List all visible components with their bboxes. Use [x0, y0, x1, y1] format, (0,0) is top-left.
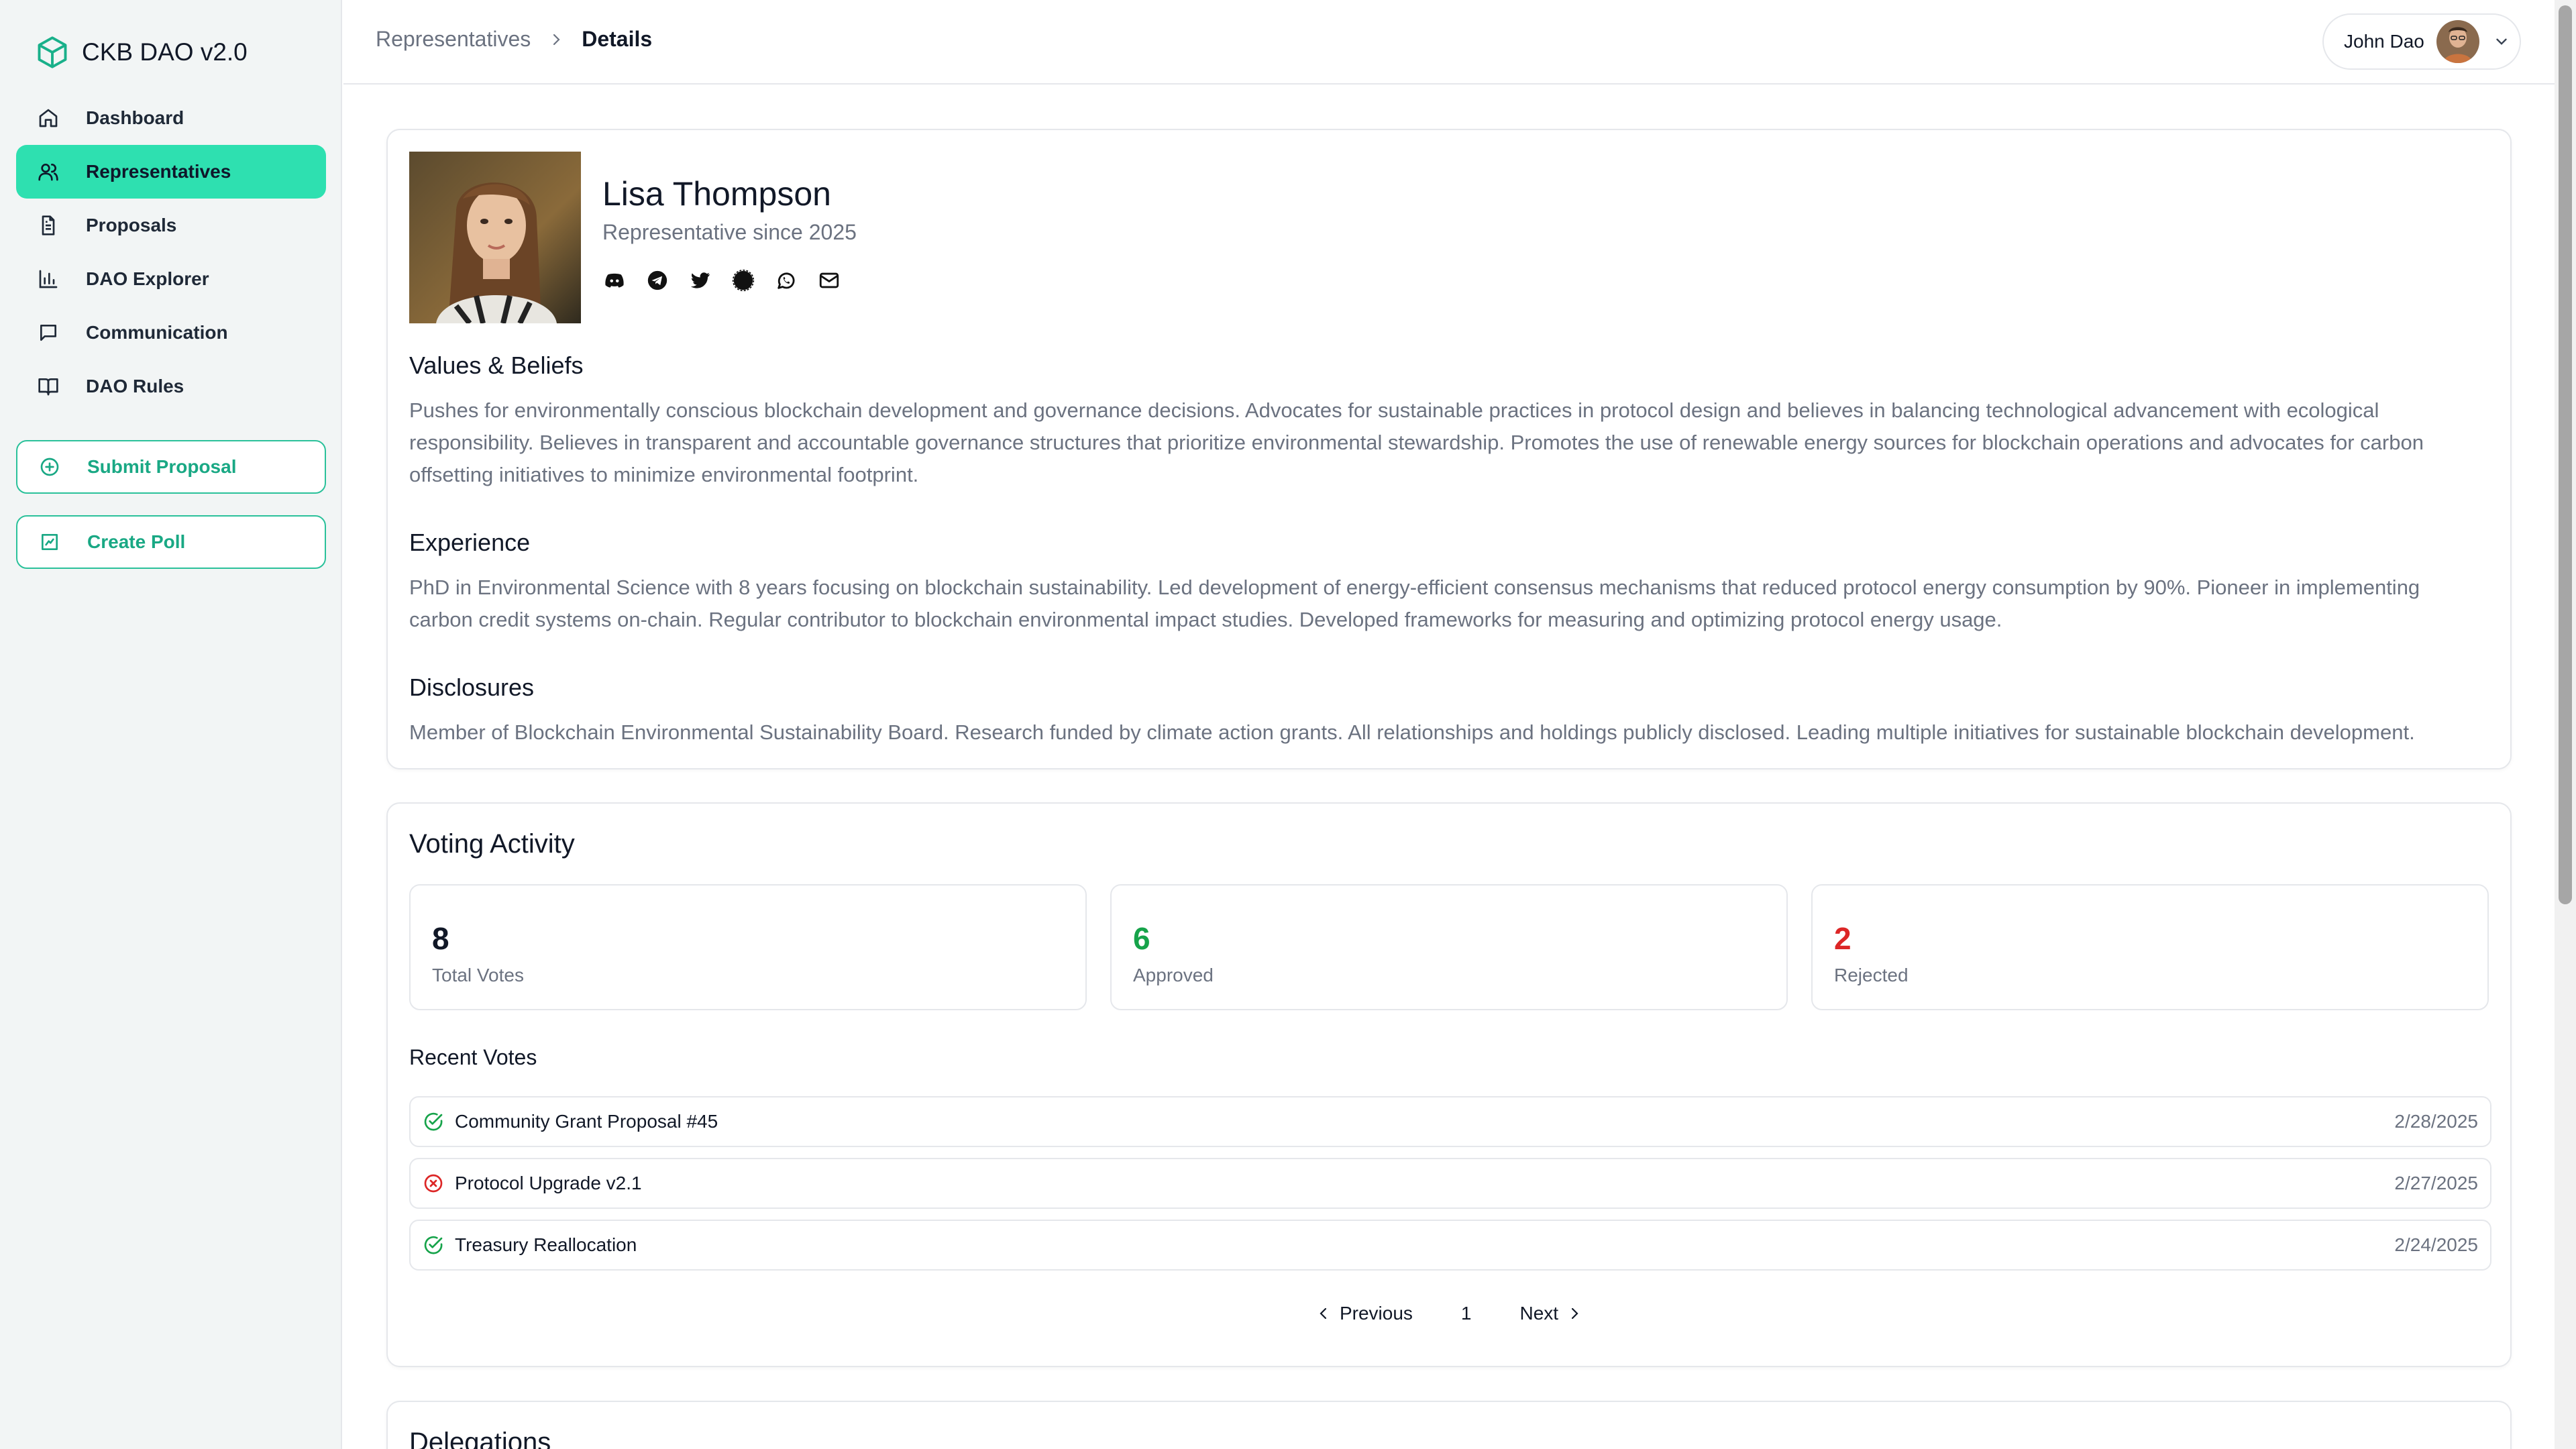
whatsapp-icon[interactable]	[774, 268, 798, 292]
user-menu[interactable]: John Dao	[2322, 13, 2521, 70]
bar-chart-icon	[39, 270, 58, 288]
poll-icon	[42, 534, 58, 550]
check-circle-icon	[424, 1112, 443, 1131]
sidebar-item-label: DAO Rules	[86, 376, 184, 396]
discord-icon[interactable]	[602, 268, 627, 292]
profile-card: Lisa Thompson Representative since 2025 …	[386, 129, 2512, 769]
stat-total-votes: 8 Total Votes	[409, 884, 1087, 1010]
page-number[interactable]: 1	[1461, 1303, 1472, 1324]
mail-icon[interactable]	[817, 268, 841, 292]
brand[interactable]: CKB DAO v2.0	[35, 32, 248, 72]
vote-date: 2/28/2025	[2394, 1111, 2478, 1132]
signal-icon[interactable]	[731, 268, 755, 292]
representative-since: Representative since 2025	[602, 220, 857, 244]
vote-date: 2/24/2025	[2394, 1234, 2478, 1255]
next-label: Next	[1519, 1303, 1559, 1324]
user-avatar-image	[2436, 20, 2479, 63]
vote-title: Community Grant Proposal #45	[455, 1111, 718, 1132]
scrollbar-thumb[interactable]	[2559, 5, 2572, 904]
recent-votes-heading: Recent Votes	[409, 1045, 537, 1069]
voting-activity-title: Voting Activity	[409, 829, 575, 859]
sidebar-item-label: DAO Explorer	[86, 268, 209, 289]
delegations-title: Delegations	[409, 1428, 551, 1449]
vote-row[interactable]: Community Grant Proposal #45 2/28/2025	[409, 1096, 2491, 1147]
chevron-down-icon	[2496, 38, 2507, 45]
create-poll-button[interactable]: Create Poll	[16, 515, 326, 569]
chevron-right-icon	[553, 34, 560, 45]
voting-activity-card: Voting Activity 8 Total Votes 6 Approved…	[386, 802, 2512, 1367]
file-text-icon	[42, 215, 55, 235]
next-page-button[interactable]: Next	[1519, 1303, 1582, 1324]
sidebar-item-representatives[interactable]: Representatives	[16, 145, 326, 199]
plus-circle-icon	[40, 458, 59, 476]
stat-label: Rejected	[1834, 965, 1909, 985]
stat-value: 8	[432, 921, 449, 956]
submit-proposal-label: Submit Proposal	[87, 456, 237, 477]
social-links	[602, 268, 860, 292]
vote-row[interactable]: Protocol Upgrade v2.1 2/27/2025	[409, 1158, 2491, 1209]
sidebar-item-label: Communication	[86, 322, 228, 343]
home-icon	[39, 109, 58, 127]
stat-label: Approved	[1133, 965, 1214, 985]
pagination: Previous 1 Next	[388, 1303, 2510, 1324]
experience-heading: Experience	[409, 529, 531, 556]
sidebar-item-dao-explorer[interactable]: DAO Explorer	[16, 252, 326, 306]
users-icon	[38, 164, 58, 181]
disclosures-text: Member of Blockchain Environmental Susta…	[409, 720, 2415, 744]
values-text: Pushes for environmentally conscious blo…	[409, 398, 2424, 486]
avatar	[2436, 20, 2479, 63]
sidebar-item-dashboard[interactable]: Dashboard	[16, 91, 326, 145]
sidebar-item-label: Dashboard	[86, 107, 184, 128]
delegations-card: Delegations	[386, 1401, 2512, 1449]
telegram-icon[interactable]	[645, 268, 669, 292]
sidebar-item-dao-rules[interactable]: DAO Rules	[16, 360, 326, 413]
twitter-icon[interactable]	[688, 268, 712, 292]
values-heading: Values & Beliefs	[409, 352, 584, 379]
submit-proposal-button[interactable]: Submit Proposal	[16, 440, 326, 494]
vote-date: 2/27/2025	[2394, 1173, 2478, 1193]
previous-page-button[interactable]: Previous	[1316, 1303, 1413, 1324]
sidebar-item-label: Representatives	[86, 161, 231, 182]
sidebar-nav: Dashboard Representatives Proposals DAO …	[16, 91, 326, 413]
chevron-left-icon	[1320, 1307, 1327, 1320]
breadcrumb: Representatives Details	[376, 27, 652, 52]
top-header: Representatives Details John Dao	[343, 0, 2555, 85]
stat-value: 6	[1133, 921, 1150, 956]
breadcrumb-details: Details	[582, 27, 653, 51]
vote-title: Treasury Reallocation	[455, 1234, 637, 1255]
user-name: John Dao	[2344, 31, 2424, 52]
profile-photo	[409, 152, 581, 323]
create-poll-label: Create Poll	[87, 531, 186, 552]
message-square-icon	[40, 325, 56, 341]
representative-name: Lisa Thompson	[602, 175, 831, 213]
stat-approved: 6 Approved	[1110, 884, 1788, 1010]
book-open-icon	[38, 378, 58, 396]
x-circle-icon	[424, 1174, 443, 1193]
previous-label: Previous	[1339, 1303, 1413, 1324]
sidebar-item-communication[interactable]: Communication	[16, 306, 326, 360]
chevron-right-icon	[1571, 1307, 1578, 1320]
check-circle-icon	[424, 1236, 443, 1254]
profile-photo-image	[409, 152, 581, 323]
breadcrumb-representatives[interactable]: Representatives	[376, 27, 531, 52]
disclosures-heading: Disclosures	[409, 674, 535, 701]
vote-title: Protocol Upgrade v2.1	[455, 1173, 642, 1193]
vote-row[interactable]: Treasury Reallocation 2/24/2025	[409, 1220, 2491, 1271]
app-title: CKB DAO v2.0	[82, 38, 248, 66]
stat-value: 2	[1834, 921, 1851, 956]
experience-text: PhD in Environmental Science with 8 year…	[409, 576, 2420, 631]
sidebar: CKB DAO v2.0 Dashboard Representatives P…	[0, 0, 342, 1449]
sidebar-item-proposals[interactable]: Proposals	[16, 199, 326, 252]
page-scrollbar[interactable]	[2555, 0, 2576, 1449]
stat-rejected: 2 Rejected	[1811, 884, 2489, 1010]
stat-label: Total Votes	[432, 965, 524, 985]
cube-logo-icon	[38, 36, 67, 68]
sidebar-item-label: Proposals	[86, 215, 177, 235]
